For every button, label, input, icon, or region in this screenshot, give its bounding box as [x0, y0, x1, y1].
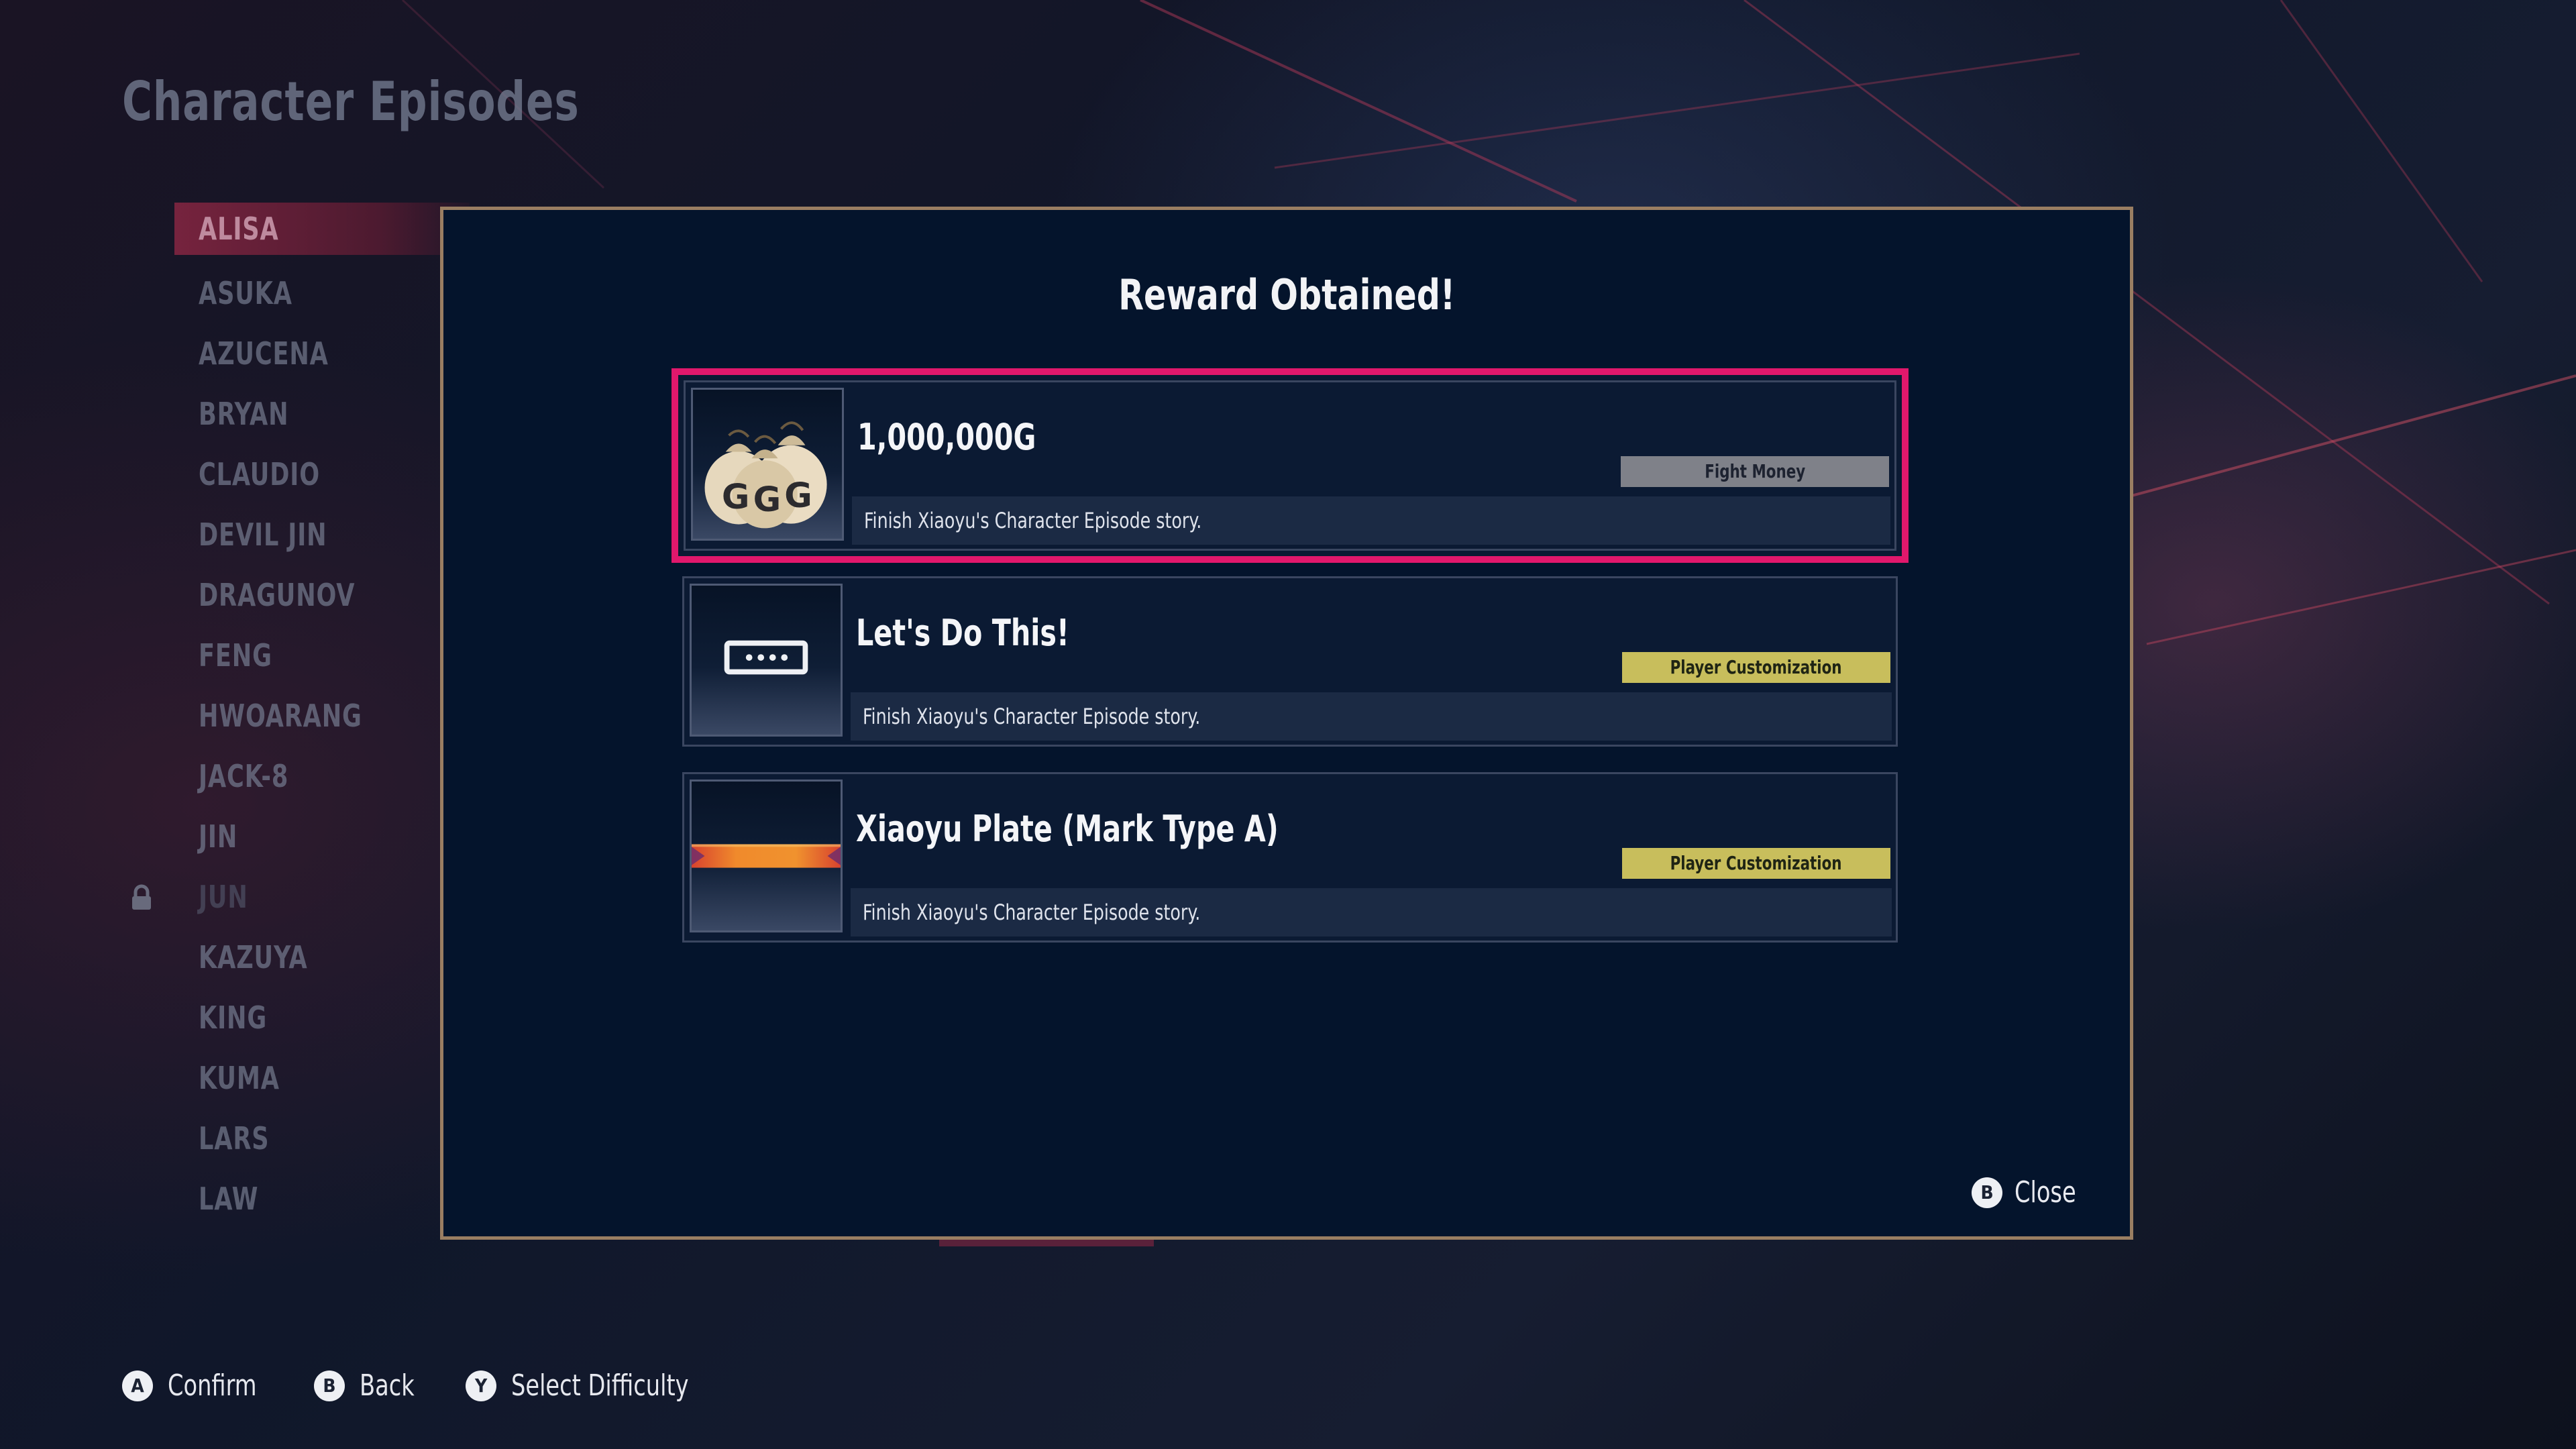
select-difficulty-label: Select Difficulty	[511, 1368, 689, 1403]
button-hints: A Confirm B Back Y Select Difficulty	[122, 1368, 720, 1403]
character-item-devil-jin[interactable]: DEVIL JIN	[174, 504, 470, 565]
name-plate-icon	[690, 780, 843, 932]
character-item-asuka[interactable]: ASUKA	[174, 263, 470, 323]
character-name: ALISA	[199, 211, 279, 247]
close-label: Close	[2015, 1175, 2076, 1210]
character-name: DRAGUNOV	[199, 577, 356, 613]
character-item-kuma[interactable]: KUMA	[174, 1048, 470, 1108]
svg-text:G: G	[784, 476, 812, 515]
reward-item-lets-do-this[interactable]: Let's Do This! Player Customization Fini…	[682, 576, 1898, 747]
money-bags-icon: G G G	[691, 388, 844, 541]
character-name: KUMA	[199, 1060, 280, 1096]
character-name: ASUKA	[199, 275, 292, 311]
reward-name: Xiaoyu Plate (Mark Type A)	[856, 808, 1279, 850]
character-item-bryan[interactable]: BRYAN	[174, 384, 470, 444]
character-item-lars[interactable]: LARS	[174, 1108, 470, 1169]
b-button-icon: B	[313, 1370, 345, 1401]
character-name: LAW	[199, 1181, 259, 1217]
reward-category-badge: Player Customization	[1622, 652, 1890, 683]
close-button[interactable]: B Close	[1972, 1175, 2087, 1210]
character-item-king[interactable]: KING	[174, 987, 470, 1048]
confirm-label: Confirm	[168, 1368, 257, 1403]
reward-category-badge: Fight Money	[1621, 456, 1889, 487]
character-list[interactable]: ALISA ASUKA AZUCENA BRYAN CLAUDIO DEVIL JIN DR…	[132, 203, 470, 1229]
svg-text:G: G	[722, 477, 750, 517]
character-name: HWOARANG	[199, 698, 362, 734]
character-item-azucena[interactable]: AZUCENA	[174, 323, 470, 384]
background-progress-bar	[939, 1240, 1154, 1246]
character-name: BRYAN	[199, 396, 289, 432]
reward-item-fight-money[interactable]: G G G 1,000,000G Fight Money Finish Xiao…	[672, 368, 1909, 563]
character-item-hwoarang[interactable]: HWOARANG	[174, 686, 470, 746]
character-item-kazuya[interactable]: KAZUYA	[174, 927, 470, 987]
character-item-jin[interactable]: JIN	[174, 806, 470, 867]
character-name: FENG	[199, 637, 272, 674]
character-item-law[interactable]: LAW	[174, 1169, 470, 1229]
character-name: CLAUDIO	[199, 456, 320, 492]
page-title: Character Episodes	[122, 70, 580, 133]
character-name: LARS	[199, 1120, 270, 1157]
character-name: KAZUYA	[199, 939, 308, 975]
select-difficulty-hint[interactable]: Y Select Difficulty	[466, 1368, 720, 1403]
back-hint[interactable]: B Back	[313, 1368, 424, 1403]
reward-item-xiaoyu-plate[interactable]: Xiaoyu Plate (Mark Type A) Player Custom…	[682, 772, 1898, 943]
reward-name: 1,000,000G	[857, 416, 1036, 458]
reward-category-badge: Player Customization	[1622, 848, 1890, 879]
dialog-title: Reward Obtained!	[1118, 270, 1456, 319]
reward-dialog: Reward Obtained! G G G 1,000,000G Fight …	[440, 207, 2133, 1240]
y-button-icon: Y	[466, 1370, 497, 1401]
back-label: Back	[359, 1368, 415, 1403]
character-item-jun[interactable]: JUN	[132, 867, 470, 927]
a-button-icon: A	[122, 1370, 153, 1401]
speech-message-icon	[690, 584, 843, 737]
character-name: JUN	[199, 879, 248, 915]
b-button-icon: B	[1972, 1177, 2003, 1208]
confirm-hint[interactable]: A Confirm	[122, 1368, 272, 1403]
character-name: KING	[199, 1000, 268, 1036]
character-name: JACK-8	[199, 758, 289, 794]
reward-description: Finish Xiaoyu's Character Episode story.	[852, 496, 1890, 545]
reward-description: Finish Xiaoyu's Character Episode story.	[851, 692, 1892, 741]
lock-icon	[132, 884, 151, 910]
svg-text:G: G	[753, 480, 782, 519]
character-item-feng[interactable]: FENG	[174, 625, 470, 686]
character-item-claudio[interactable]: CLAUDIO	[174, 444, 470, 504]
reward-description: Finish Xiaoyu's Character Episode story.	[851, 888, 1892, 936]
reward-name: Let's Do This!	[856, 612, 1069, 654]
game-screen: Character Episodes ALISA ASUKA AZUCENA BRYA…	[0, 0, 2576, 1449]
character-item-alisa[interactable]: ALISA	[174, 203, 470, 255]
character-name: AZUCENA	[199, 335, 329, 372]
character-name: JIN	[199, 818, 238, 855]
character-name: DEVIL JIN	[199, 517, 327, 553]
character-item-jack-8[interactable]: JACK-8	[174, 746, 470, 806]
character-item-dragunov[interactable]: DRAGUNOV	[174, 565, 470, 625]
